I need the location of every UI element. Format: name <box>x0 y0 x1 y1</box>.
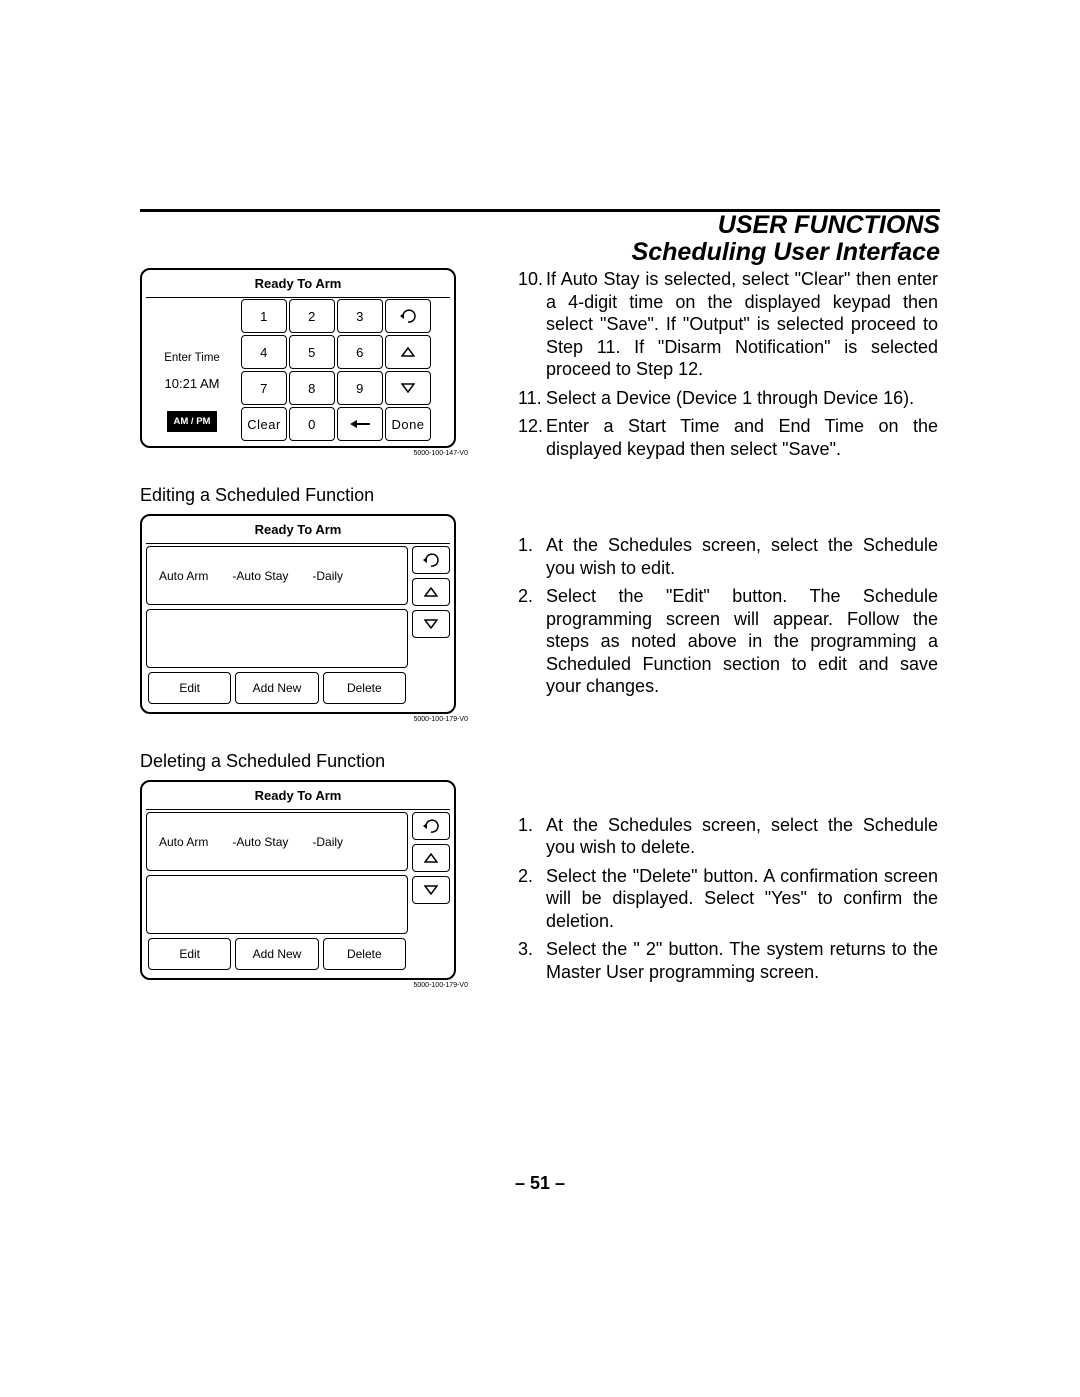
down-icon[interactable] <box>385 371 431 405</box>
up-icon[interactable] <box>385 335 431 369</box>
doc-id: 5000-100-179-V0 <box>140 982 468 989</box>
schedule-col-2: -Auto Stay <box>220 569 300 583</box>
schedule-col-2: -Auto Stay <box>220 835 300 849</box>
key-9[interactable]: 9 <box>337 371 383 405</box>
page-number: – 51 – <box>0 1173 1080 1194</box>
key-1[interactable]: 1 <box>241 299 287 333</box>
time-keypad-panel: Ready To Arm Enter Time 10:21 AM AM / PM… <box>140 268 456 448</box>
schedule-list-panel-delete: Ready To Arm Auto Arm -Auto Stay -Daily <box>140 780 456 980</box>
schedule-row[interactable]: Auto Arm -Auto Stay -Daily <box>146 546 408 605</box>
panel-title: Ready To Arm <box>146 784 450 810</box>
doc-id: 5000-100-179-V0 <box>140 716 468 723</box>
edit-button[interactable]: Edit <box>148 938 231 970</box>
schedule-col-1: Auto Arm <box>147 569 220 583</box>
key-2[interactable]: 2 <box>289 299 335 333</box>
time-value: 10:21 AM <box>146 376 238 391</box>
key-6[interactable]: 6 <box>337 335 383 369</box>
schedule-col-3: -Daily <box>300 835 355 849</box>
key-0[interactable]: 0 <box>289 407 335 441</box>
enter-time-label: Enter Time <box>146 352 238 364</box>
key-8[interactable]: 8 <box>289 371 335 405</box>
doc-id: 5000-100-147-V0 <box>140 450 468 457</box>
edit-steps: 1.At the Schedules screen, select the Sc… <box>518 534 938 698</box>
key-3[interactable]: 3 <box>337 299 383 333</box>
header-line-1: USER FUNCTIONS <box>718 211 940 240</box>
ampm-toggle[interactable]: AM / PM <box>167 411 218 432</box>
key-7[interactable]: 7 <box>241 371 287 405</box>
down-icon[interactable] <box>412 610 450 638</box>
up-icon[interactable] <box>412 578 450 606</box>
schedule-row[interactable]: Auto Arm -Auto Stay -Daily <box>146 812 408 871</box>
add-new-button[interactable]: Add New <box>235 672 318 704</box>
edit-button[interactable]: Edit <box>148 672 231 704</box>
panel-title: Ready To Arm <box>146 518 450 544</box>
key-4[interactable]: 4 <box>241 335 287 369</box>
schedule-empty-area <box>146 609 408 668</box>
delete-button[interactable]: Delete <box>323 938 406 970</box>
clear-button[interactable]: Clear <box>241 407 287 441</box>
schedule-empty-area <box>146 875 408 934</box>
back-icon[interactable] <box>385 299 431 333</box>
down-icon[interactable] <box>412 876 450 904</box>
add-new-button[interactable]: Add New <box>235 938 318 970</box>
edit-heading: Editing a Scheduled Function <box>140 485 470 506</box>
delete-heading: Deleting a Scheduled Function <box>140 751 470 772</box>
done-button[interactable]: Done <box>385 407 431 441</box>
schedule-col-3: -Daily <box>300 569 355 583</box>
back-icon[interactable] <box>412 812 450 840</box>
panel-title: Ready To Arm <box>146 272 450 298</box>
instruction-text: 10.If Auto Stay is selected, select "Cle… <box>518 268 938 989</box>
delete-button[interactable]: Delete <box>323 672 406 704</box>
back-icon[interactable] <box>412 546 450 574</box>
delete-steps: 1.At the Schedules screen, select the Sc… <box>518 814 938 984</box>
up-icon[interactable] <box>412 844 450 872</box>
schedule-list-panel-edit: Ready To Arm Auto Arm -Auto Stay -Daily <box>140 514 456 714</box>
key-5[interactable]: 5 <box>289 335 335 369</box>
left-arrow-icon[interactable] <box>337 407 383 441</box>
schedule-col-1: Auto Arm <box>147 835 220 849</box>
steps-10-12: 10.If Auto Stay is selected, select "Cle… <box>518 268 938 460</box>
header-line-2: Scheduling User Interface <box>632 238 940 267</box>
